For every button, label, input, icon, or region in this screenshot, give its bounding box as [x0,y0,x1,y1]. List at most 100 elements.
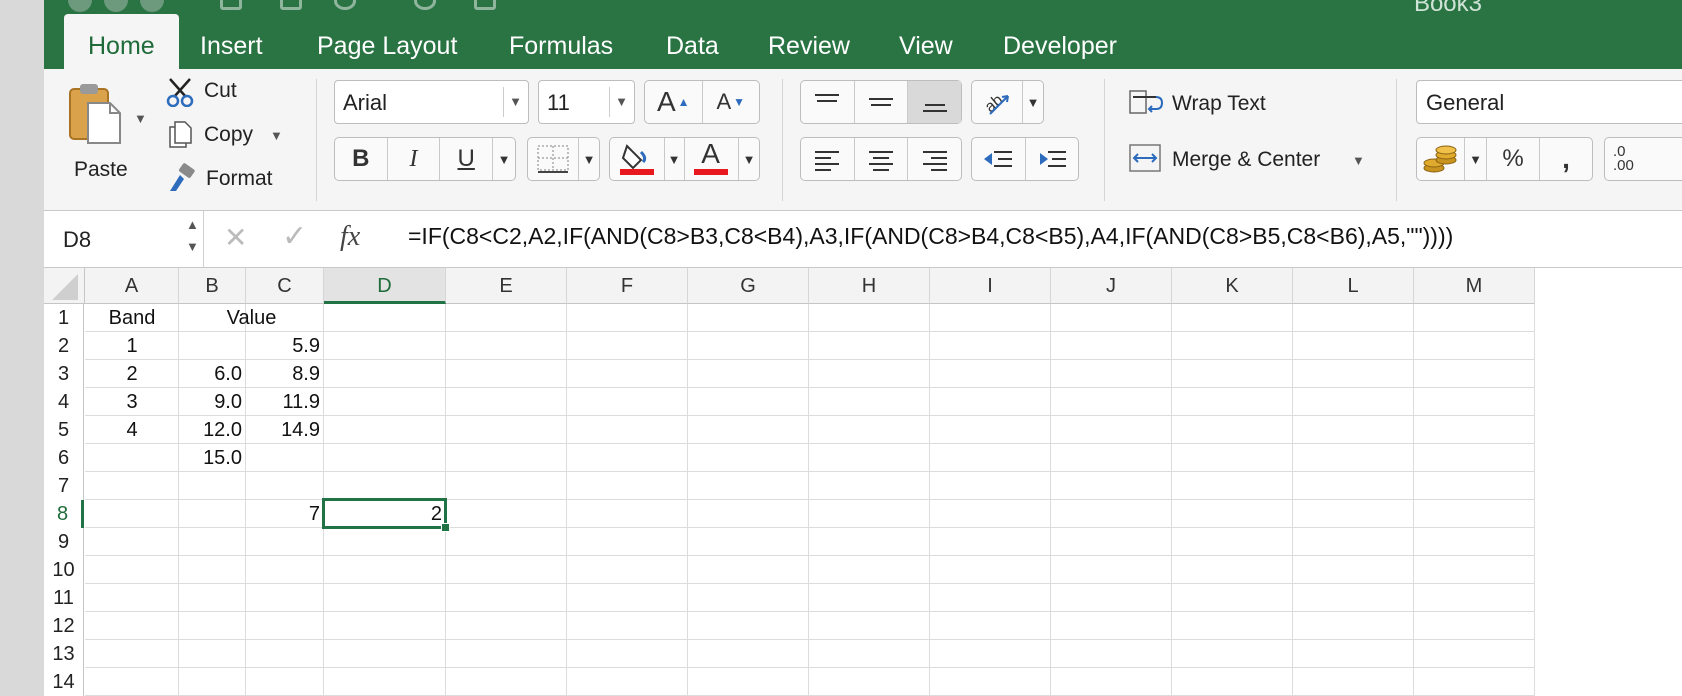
column-header-h[interactable]: H [809,268,930,304]
row-header-7[interactable]: 7 [44,472,84,500]
font-color-dropdown-icon[interactable]: ▼ [739,138,759,180]
font-name-dropdown-icon[interactable]: ▼ [509,94,522,109]
select-all-corner[interactable] [44,268,85,304]
font-color-button[interactable]: A [685,138,739,180]
accounting-format-button[interactable] [1417,138,1465,180]
save-icon[interactable] [280,0,302,10]
row-header-11[interactable]: 11 [44,584,84,612]
fill-color-button[interactable] [610,138,665,180]
column-header-b[interactable]: B [179,268,246,304]
tab-view[interactable]: View [899,14,953,69]
row-header-9[interactable]: 9 [44,528,84,556]
tab-page-layout[interactable]: Page Layout [317,14,457,69]
percent-style-button[interactable]: % [1487,138,1540,180]
align-left-button[interactable] [801,138,855,180]
row-header-2[interactable]: 2 [44,332,84,360]
row-header-14[interactable]: 14 [44,668,84,696]
name-box-up-icon[interactable]: ▲ [186,217,199,232]
column-header-j[interactable]: J [1051,268,1172,304]
font-size-select[interactable]: 11 ▼ [538,80,635,124]
column-header-f[interactable]: F [567,268,688,304]
comma-style-button[interactable]: , [1540,138,1592,180]
tab-insert[interactable]: Insert [200,14,263,69]
fill-color-dropdown-icon[interactable]: ▼ [665,138,685,180]
row-header-1[interactable]: 1 [44,304,84,332]
paste-dropdown-icon[interactable]: ▼ [134,111,147,126]
merge-dropdown-icon[interactable]: ▼ [1352,153,1365,168]
cut-button[interactable]: Cut [166,75,286,107]
column-header-e[interactable]: E [446,268,567,304]
cell-b3[interactable]: 6.0 [179,360,246,388]
cell-a5[interactable]: 4 [85,416,179,444]
column-header-l[interactable]: L [1293,268,1414,304]
tab-data[interactable]: Data [666,14,719,69]
column-header-m[interactable]: M [1414,268,1535,304]
increase-decimal-button[interactable]: .0 .00 [1604,137,1682,181]
tab-home[interactable]: Home [64,14,179,72]
align-middle-button[interactable] [855,81,909,123]
merge-center-button[interactable]: Merge & Center ▼ [1128,143,1368,177]
italic-button[interactable]: I [388,138,441,180]
cell-c5[interactable]: 14.9 [246,416,324,444]
font-name-select[interactable]: Arial ▼ [334,80,529,124]
row-header-6[interactable]: 6 [44,444,84,472]
underline-button[interactable]: U [440,138,494,180]
cell-d8[interactable]: 2 [324,500,446,528]
orientation-button[interactable]: ab ▼ [971,80,1044,124]
format-painter-button[interactable]: Format [166,163,296,195]
font-size-dropdown-icon[interactable]: ▼ [615,94,628,109]
zoom-window-button[interactable] [140,0,164,12]
minimize-window-button[interactable] [104,0,128,12]
row-header-12[interactable]: 12 [44,612,84,640]
wrap-text-button[interactable]: Wrap Text [1128,87,1288,121]
redo-icon[interactable] [414,0,436,10]
cell-c8[interactable]: 7 [246,500,324,528]
decrease-font-size-button[interactable]: A ▼ [703,81,760,123]
column-header-g[interactable]: G [688,268,809,304]
row-header-5[interactable]: 5 [44,416,84,444]
underline-dropdown-icon[interactable]: ▼ [493,138,515,180]
increase-indent-button[interactable] [1026,138,1079,180]
column-header-i[interactable]: I [930,268,1051,304]
cell-b1[interactable]: Value [179,304,324,332]
row-header-8[interactable]: 8 [44,500,84,528]
cell-a1[interactable]: Band [85,304,179,332]
align-center-button[interactable] [855,138,909,180]
row-header-3[interactable]: 3 [44,360,84,388]
cell-a4[interactable]: 3 [85,388,179,416]
cell-c3[interactable]: 8.9 [246,360,324,388]
number-format-select[interactable]: General [1416,80,1682,124]
align-right-button[interactable] [908,138,961,180]
column-header-c[interactable]: C [246,268,324,304]
print-icon[interactable] [474,0,496,10]
accounting-dropdown-icon[interactable]: ▼ [1465,138,1487,180]
tab-review[interactable]: Review [768,14,850,69]
cell-a3[interactable]: 2 [85,360,179,388]
confirm-entry-icon[interactable]: ✓ [282,219,307,254]
cell-a2[interactable]: 1 [85,332,179,360]
close-window-button[interactable] [68,0,92,12]
name-box-down-icon[interactable]: ▼ [186,239,199,254]
decrease-indent-button[interactable] [972,138,1026,180]
align-top-button[interactable] [801,81,855,123]
column-header-a[interactable]: A [85,268,179,304]
name-box[interactable]: D8 ▲ ▼ [44,211,204,267]
column-header-d[interactable]: D [324,268,446,304]
undo-icon[interactable] [334,0,356,10]
cancel-entry-icon[interactable]: ✕ [224,221,247,254]
row-header-13[interactable]: 13 [44,640,84,668]
column-header-k[interactable]: K [1172,268,1293,304]
copy-dropdown-icon[interactable]: ▼ [270,128,283,143]
tab-developer[interactable]: Developer [1003,14,1117,69]
row-header-10[interactable]: 10 [44,556,84,584]
cell-c4[interactable]: 11.9 [246,388,324,416]
row-header-4[interactable]: 4 [44,388,84,416]
formula-input[interactable]: =IF(C8<C2,A2,IF(AND(C8>B3,C8<B4),A3,IF(A… [408,223,1453,250]
cell-b5[interactable]: 12.0 [179,416,246,444]
borders-dropdown-icon[interactable]: ▼ [579,138,599,180]
orientation-dropdown-icon[interactable]: ▼ [1023,81,1043,123]
cell-b6[interactable]: 15.0 [179,444,246,472]
cell-b4[interactable]: 9.0 [179,388,246,416]
increase-font-size-button[interactable]: A ▲ [645,81,703,123]
insert-function-icon[interactable]: fx [340,221,360,253]
